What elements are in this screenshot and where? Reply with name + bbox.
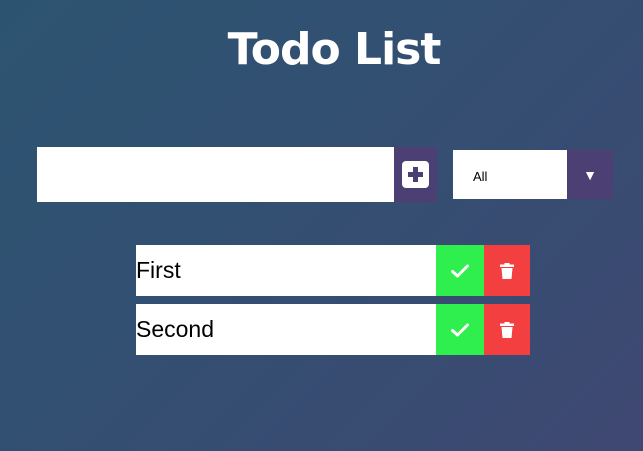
filter-dropdown-button[interactable]: ▼	[567, 150, 613, 199]
check-icon	[451, 323, 469, 337]
page-title: Todo List	[227, 24, 442, 75]
todo-item: Second	[136, 304, 530, 355]
add-todo-button[interactable]	[394, 147, 437, 202]
complete-button[interactable]	[436, 245, 484, 296]
plus-square-icon	[402, 161, 429, 188]
todo-list: First Second	[136, 245, 530, 363]
todo-item: First	[136, 245, 530, 296]
triangle-down-icon: ▼	[583, 166, 597, 183]
todo-item-text: Second	[136, 316, 215, 342]
trash-icon	[500, 321, 514, 338]
complete-button[interactable]	[436, 304, 484, 355]
filter-selected-value: All	[473, 169, 488, 184]
trash-icon	[500, 262, 514, 279]
todo-item-text: First	[136, 257, 181, 283]
check-icon	[451, 264, 469, 278]
filter-select[interactable]: All ▼	[453, 150, 613, 199]
delete-button[interactable]	[484, 304, 530, 355]
delete-button[interactable]	[484, 245, 530, 296]
todo-input[interactable]	[37, 147, 394, 202]
